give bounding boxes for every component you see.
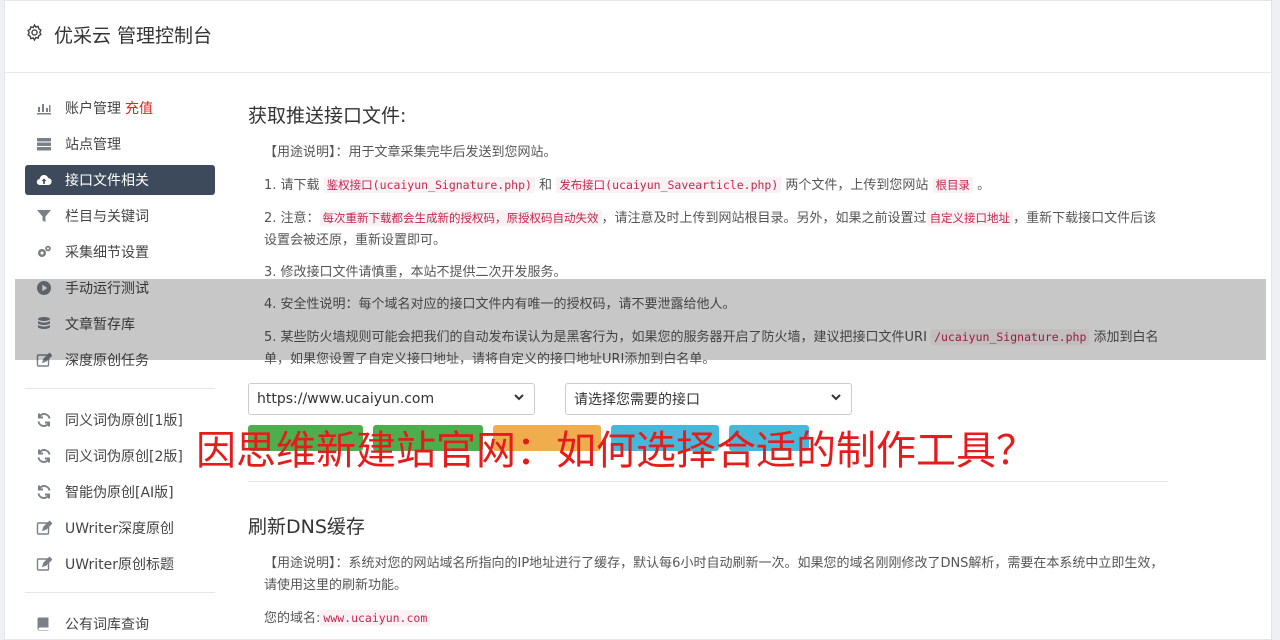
sidebar-item-label: UWriter原创标题 <box>65 557 174 573</box>
sidebar-item-label: 采集细节设置 <box>65 245 149 261</box>
edit-icon <box>35 519 53 537</box>
step-text: 。 <box>973 178 991 193</box>
book-icon <box>35 615 53 633</box>
sidebar-item-label: 同义词伪原创[1版] <box>65 413 183 429</box>
sidebar-item-account[interactable]: 账户管理 充值 <box>25 93 215 123</box>
top-bar: 优采云 管理控制台 <box>5 1 1271 73</box>
custom-api-code: 自定义接口地址 <box>926 210 1014 226</box>
server-icon <box>35 135 53 153</box>
sidebar: 账户管理 充值 站点管理 接口文件相关 栏目与关键词 采集细节设置 手动运行测试… <box>25 93 215 640</box>
download-signature-link[interactable]: 鉴权接口(ucaiyun_Signature.php) <box>323 177 535 193</box>
api-select-value: 请选择您需要的接口 <box>574 392 700 408</box>
brand[interactable]: 优采云 管理控制台 <box>25 21 212 48</box>
sidebar-divider <box>25 388 215 389</box>
select-row: https://www.ucaiyun.com 请选择您需要的接口 <box>248 383 1168 415</box>
sidebar-item-sites[interactable]: 站点管理 <box>25 129 215 159</box>
site-select-value: https://www.ucaiyun.com <box>257 391 435 407</box>
overlay-headline: 因思维新建站官网：如何选择合适的制作工具？ <box>196 428 1036 474</box>
step-text: 和 <box>534 178 557 193</box>
sidebar-item-label: 栏目与关键词 <box>65 209 149 225</box>
sidebar-item-interface-files[interactable]: 接口文件相关 <box>25 165 215 195</box>
step-2: 2. 注意： 每次重新下载都会生成新的授权码，原授权码自动失效 ，请注意及时上传到网… <box>264 207 1168 252</box>
domain-label: 您的域名: <box>264 611 321 626</box>
step-1: 1. 请下载 鉴权接口(ucaiyun_Signature.php) 和 发布接… <box>264 174 1168 197</box>
sidebar-item-public-lexicon[interactable]: 公有词库查询 <box>25 609 215 639</box>
dns-description: 【用途说明】：系统对您的网站域名所指向的IP地址进行了缓存，默认每6小时自动刷新… <box>248 553 1168 630</box>
sidebar-item-collect-settings[interactable]: 采集细节设置 <box>25 237 215 267</box>
warning-code: 每次重新下载都会生成新的授权码，原授权码自动失效 <box>319 210 602 226</box>
gear-icon <box>25 23 44 47</box>
chevron-down-icon <box>829 390 843 408</box>
app-title: 优采云 管理控制台 <box>54 25 213 47</box>
sidebar-item-label: 智能伪原创[AI版] <box>65 485 174 501</box>
recharge-link[interactable]: 充值 <box>125 98 153 118</box>
api-select[interactable]: 请选择您需要的接口 <box>565 383 852 415</box>
sidebar-item-synonym-v1[interactable]: 同义词伪原创[1版] <box>25 405 215 435</box>
cogs-icon <box>35 243 53 261</box>
sidebar-item-ai-original[interactable]: 智能伪原创[AI版] <box>25 477 215 507</box>
site-select[interactable]: https://www.ucaiyun.com <box>248 383 535 415</box>
step-text: 两个文件，上传到您网站 <box>781 178 933 193</box>
overlay-band <box>15 279 1266 360</box>
bar-chart-icon <box>35 99 53 117</box>
section-title-interface: 获取推送接口文件: <box>248 105 407 127</box>
main-content: 获取推送接口文件: 【用途说明】：用于文章采集完毕后发送到您网站。 1. 请下载… <box>248 101 1168 640</box>
sidebar-item-label: 账户管理 <box>65 101 121 117</box>
step-text: 1. 请下载 <box>264 178 324 193</box>
sidebar-item-synonym-v2[interactable]: 同义词伪原创[2版] <box>25 441 215 471</box>
sidebar-divider <box>25 592 215 593</box>
refresh-icon <box>35 447 53 465</box>
refresh-icon <box>35 483 53 501</box>
refresh-icon <box>35 411 53 429</box>
sidebar-item-columns-keywords[interactable]: 栏目与关键词 <box>25 201 215 231</box>
domain-value: www.ucaiyun.com <box>320 610 431 626</box>
usage-note: 【用途说明】：用于文章采集完毕后发送到您网站。 <box>264 145 557 160</box>
cloud-upload-icon <box>35 171 53 189</box>
step-text: ，请注意及时上传到网站根目录。另外，如果之前设置过 <box>601 211 927 226</box>
root-dir-code: 根目录 <box>932 177 974 193</box>
sidebar-item-uwriter-deep[interactable]: UWriter深度原创 <box>25 513 215 543</box>
dns-usage-note: 【用途说明】：系统对您的网站域名所指向的IP地址进行了缓存，默认每6小时自动刷新… <box>264 556 1164 593</box>
section-divider <box>248 481 1168 482</box>
sidebar-item-uwriter-title[interactable]: UWriter原创标题 <box>25 549 215 579</box>
download-savearticle-link[interactable]: 发布接口(ucaiyun_Savearticle.php) <box>556 177 782 193</box>
sidebar-item-label: 接口文件相关 <box>65 173 149 189</box>
sidebar-item-label: 同义词伪原创[2版] <box>65 449 183 465</box>
chevron-down-icon <box>512 390 526 408</box>
sidebar-item-label: 站点管理 <box>65 137 121 153</box>
sidebar-item-label: 公有词库查询 <box>65 617 149 633</box>
domain-line: 您的域名: www.ucaiyun.com <box>264 607 1168 630</box>
step-text: 2. 注意： <box>264 211 320 226</box>
filter-icon <box>35 207 53 225</box>
edit-icon <box>35 555 53 573</box>
section-title-dns: 刷新DNS缓存 <box>248 516 365 538</box>
sidebar-item-label: UWriter深度原创 <box>65 521 174 537</box>
